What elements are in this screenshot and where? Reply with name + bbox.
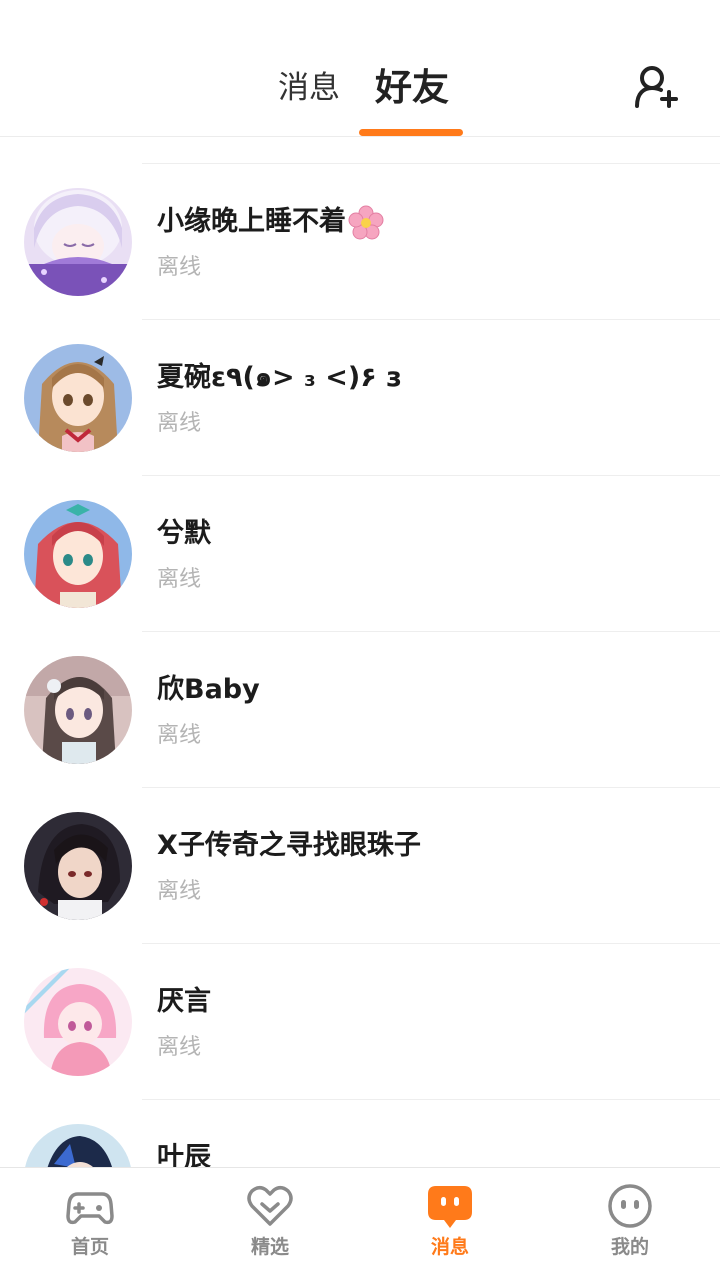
list-item[interactable]: 欣Baby 离线 xyxy=(0,632,720,788)
list-item[interactable]: X子传奇之寻找眼珠子 离线 xyxy=(0,788,720,944)
friend-list: 小缘晚上睡不着 离线 夏碗ε٩(๑> ₃ <)۶ з 离线 兮默 离线 欣Bab… xyxy=(0,137,720,1167)
chat-bubble-icon xyxy=(428,1186,472,1228)
smiley-face-icon xyxy=(608,1184,652,1228)
nav-home-label: 首页 xyxy=(70,1236,109,1258)
nav-profile-label: 我的 xyxy=(610,1236,649,1258)
nav-profile[interactable]: 我的 xyxy=(540,1168,720,1280)
online-status: 离线 xyxy=(157,723,202,748)
avatar xyxy=(24,968,132,1076)
bottom-navigation: 首页 精选 消息 我的 xyxy=(0,1167,720,1280)
online-status: 离线 xyxy=(157,411,202,436)
add-friend-button[interactable] xyxy=(632,62,682,112)
avatar xyxy=(24,812,132,920)
heart-icon xyxy=(247,1186,293,1226)
friend-name: 厌言 xyxy=(157,986,211,1017)
online-status: 离线 xyxy=(157,879,202,904)
list-item[interactable]: 厌言 离线 xyxy=(0,944,720,1100)
avatar xyxy=(24,1124,132,1167)
list-item[interactable]: 叶辰 xyxy=(0,1100,720,1167)
online-status: 离线 xyxy=(157,255,202,280)
online-status: 离线 xyxy=(157,567,202,592)
top-header: 消息 好友 xyxy=(0,0,720,137)
active-tab-indicator xyxy=(359,129,463,136)
nav-messages-label: 消息 xyxy=(430,1236,469,1258)
friend-name: 小缘晚上睡不着 xyxy=(157,202,384,242)
nav-featured[interactable]: 精选 xyxy=(180,1168,360,1280)
list-item[interactable]: 小缘晚上睡不着 离线 xyxy=(0,164,720,320)
list-item[interactable]: 夏碗ε٩(๑> ₃ <)۶ з 离线 xyxy=(0,320,720,476)
list-item[interactable] xyxy=(0,137,720,163)
gamepad-icon xyxy=(66,1192,114,1225)
avatar xyxy=(24,500,132,608)
tab-friends[interactable]: 好友 xyxy=(375,62,449,114)
avatar xyxy=(24,656,132,764)
online-status: 离线 xyxy=(157,1035,202,1060)
friend-name: 夏碗ε٩(๑> ₃ <)۶ з xyxy=(157,362,402,393)
friend-name: 叶辰 xyxy=(157,1142,211,1167)
nav-messages[interactable]: 消息 xyxy=(360,1168,540,1280)
nav-featured-label: 精选 xyxy=(250,1236,289,1258)
nav-home[interactable]: 首页 xyxy=(0,1168,180,1280)
avatar xyxy=(24,344,132,452)
friend-name: 兮默 xyxy=(157,518,211,549)
tab-messages[interactable]: 消息 xyxy=(278,62,340,114)
friend-name: X子传奇之寻找眼珠子 xyxy=(157,830,421,861)
cherry-blossom-icon xyxy=(348,205,384,239)
avatar xyxy=(24,188,132,296)
friend-name: 欣Baby xyxy=(157,674,260,705)
list-item[interactable]: 兮默 离线 xyxy=(0,476,720,632)
add-user-icon xyxy=(635,66,678,108)
